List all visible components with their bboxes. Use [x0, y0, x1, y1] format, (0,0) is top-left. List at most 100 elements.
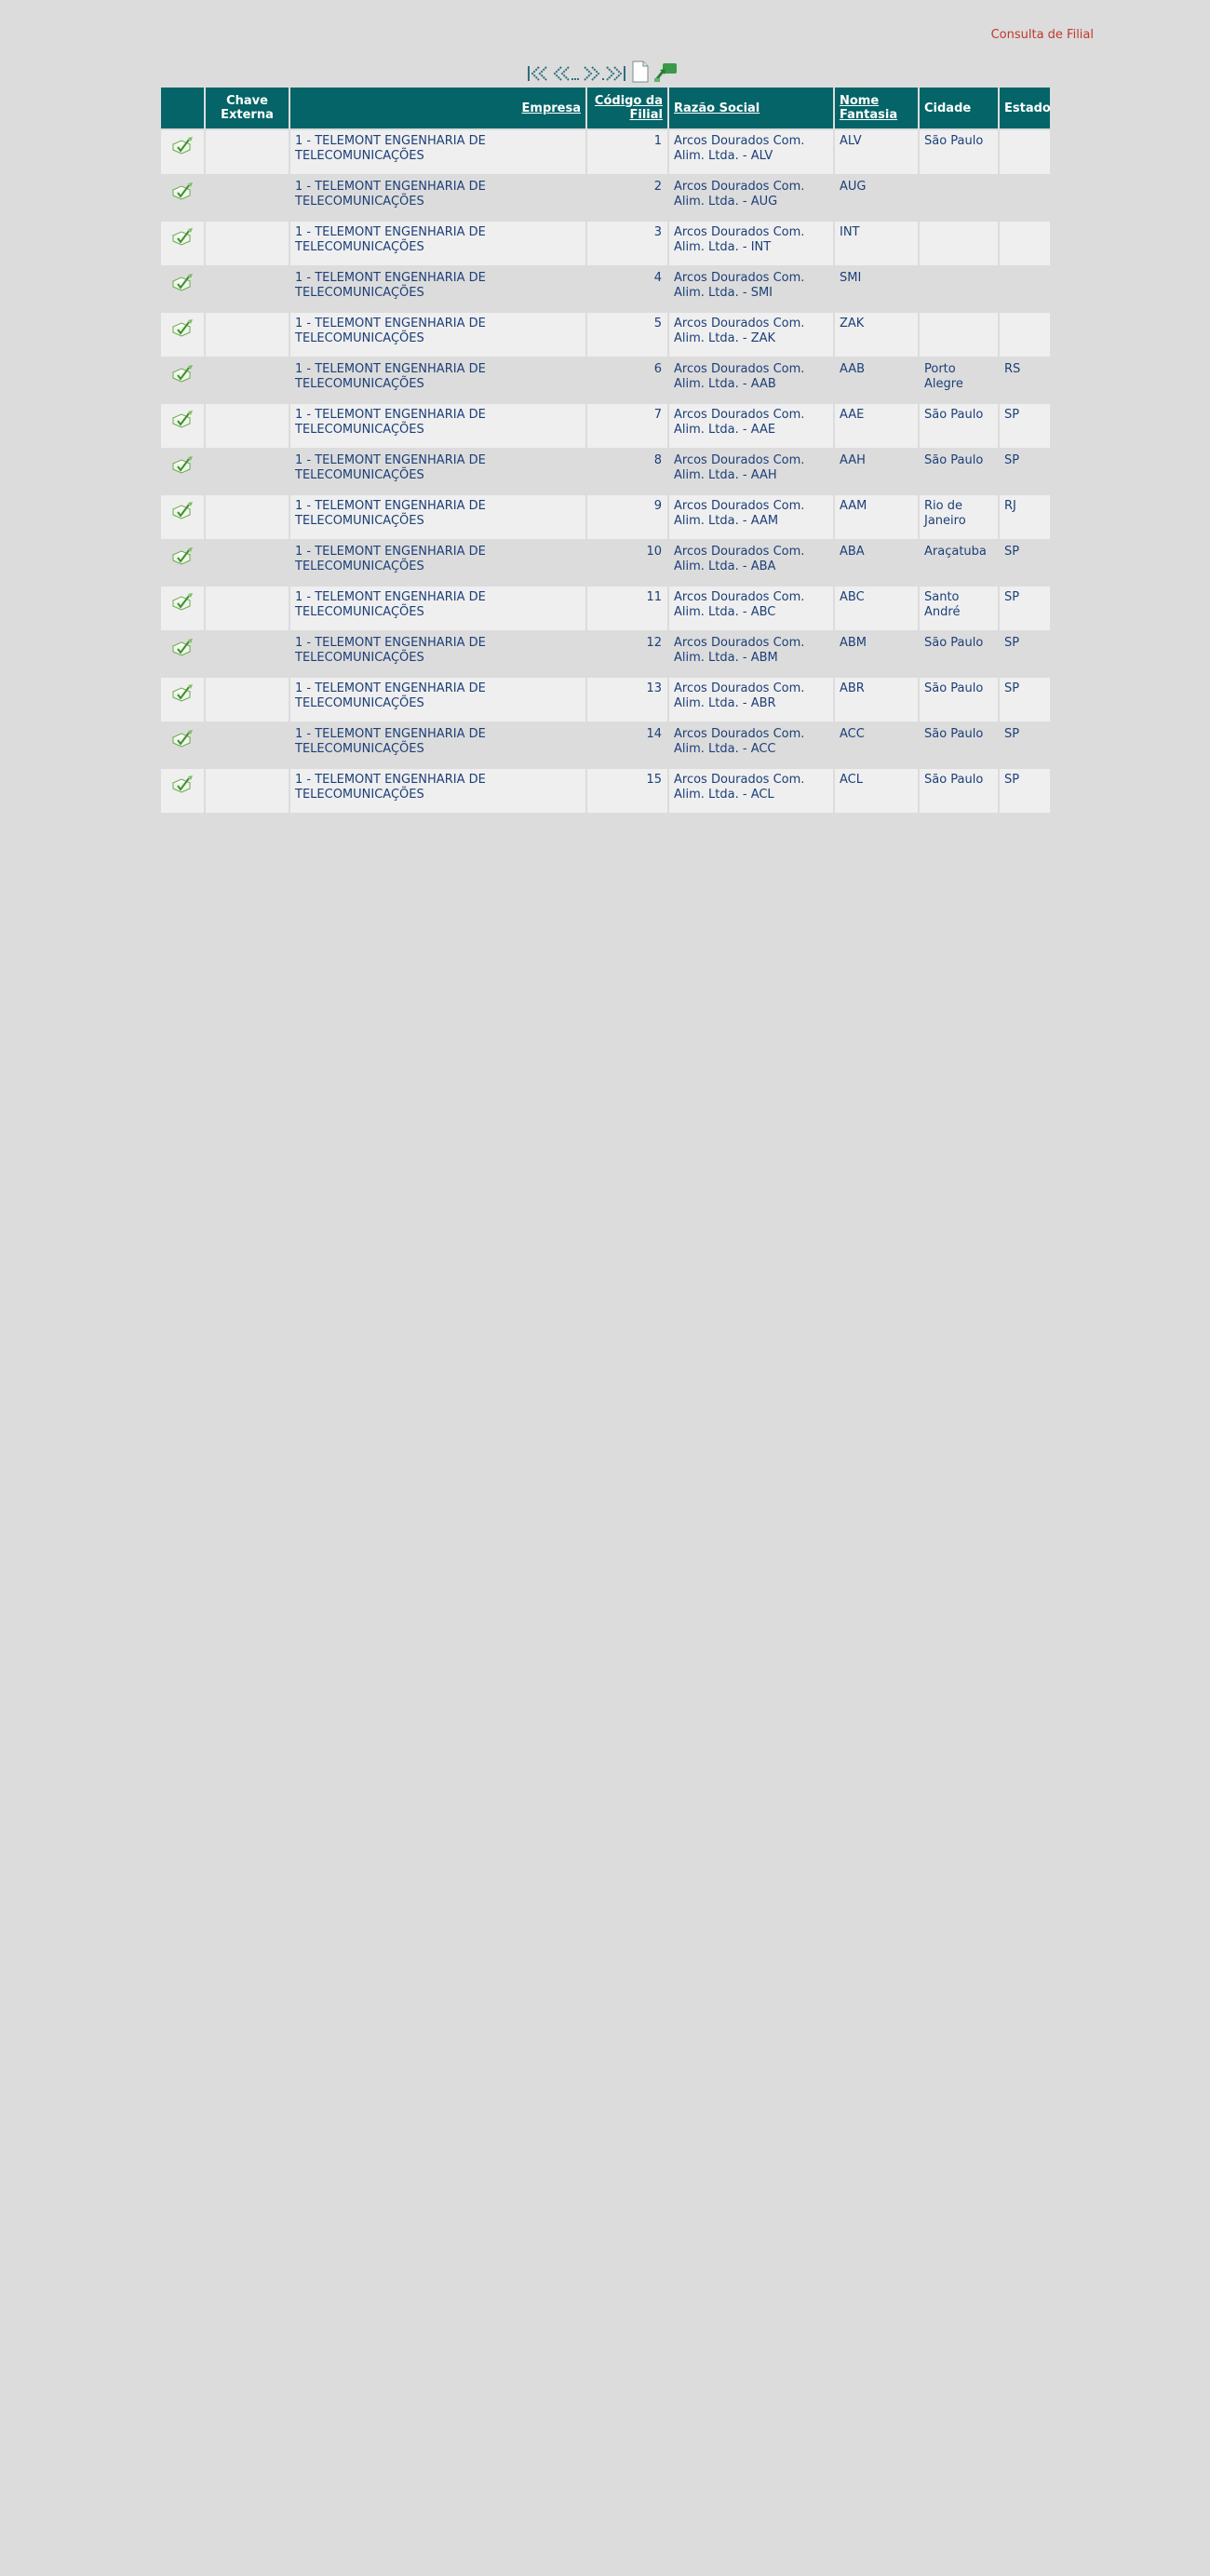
previous-page-icon[interactable] [552, 64, 576, 83]
edit-icon[interactable] [170, 227, 195, 254]
table-row: 1 - TELEMONT ENGENHARIA DE TELECOMUNICAÇ… [161, 541, 1050, 585]
cell-estado: SP [1000, 769, 1050, 813]
cell-codigo: 15 [587, 769, 667, 813]
cell-codigo: 4 [587, 267, 667, 311]
cell-codigo: 11 [587, 587, 667, 630]
export-icon[interactable] [653, 61, 678, 87]
cell-empresa: 1 - TELEMONT ENGENHARIA DE TELECOMUNICAÇ… [290, 222, 585, 265]
edit-icon[interactable] [170, 683, 195, 710]
edit-icon[interactable] [170, 318, 195, 345]
column-header-razao-social[interactable]: Razão Social [669, 88, 833, 128]
cell-estado [1000, 222, 1050, 265]
cell-chave-externa [206, 450, 289, 493]
new-document-icon[interactable] [631, 61, 650, 87]
table-row: 1 - TELEMONT ENGENHARIA DE TELECOMUNICAÇ… [161, 222, 1050, 265]
cell-razao-social: Arcos Dourados Com. Alim. Ltda. - ZAK [669, 313, 833, 357]
cell-cidade [920, 267, 998, 311]
edit-icon[interactable] [170, 455, 195, 482]
cell-codigo: 7 [587, 404, 667, 448]
cell-codigo: 5 [587, 313, 667, 357]
cell-chave-externa [206, 587, 289, 630]
table-row: 1 - TELEMONT ENGENHARIA DE TELECOMUNICAÇ… [161, 404, 1050, 448]
cell-codigo: 10 [587, 541, 667, 585]
cell-estado [1000, 313, 1050, 357]
edit-cell [161, 450, 204, 493]
table-row: 1 - TELEMONT ENGENHARIA DE TELECOMUNICAÇ… [161, 176, 1050, 220]
cell-cidade: Santo André [920, 587, 998, 630]
edit-icon[interactable] [170, 364, 195, 391]
column-header-nome-fantasia[interactable]: Nome Fantasia [835, 88, 918, 128]
cell-empresa: 1 - TELEMONT ENGENHARIA DE TELECOMUNICAÇ… [290, 313, 585, 357]
page-title: Consulta de Filial [990, 28, 1094, 42]
edit-icon[interactable] [170, 546, 195, 573]
column-header-empresa[interactable]: Empresa [290, 88, 585, 128]
cell-nome-fantasia: ABA [835, 541, 918, 585]
table-row: 1 - TELEMONT ENGENHARIA DE TELECOMUNICAÇ… [161, 495, 1050, 539]
cell-cidade: Porto Alegre [920, 358, 998, 402]
cell-estado: SP [1000, 723, 1050, 767]
edit-icon[interactable] [170, 182, 195, 209]
cell-estado [1000, 130, 1050, 174]
cell-razao-social: Arcos Dourados Com. Alim. Ltda. - ABA [669, 541, 833, 585]
edit-icon[interactable] [170, 410, 195, 437]
edit-icon[interactable] [170, 729, 195, 756]
cell-empresa: 1 - TELEMONT ENGENHARIA DE TELECOMUNICAÇ… [290, 450, 585, 493]
cell-nome-fantasia: AAH [835, 450, 918, 493]
table-row: 1 - TELEMONT ENGENHARIA DE TELECOMUNICAÇ… [161, 587, 1050, 630]
cell-estado [1000, 267, 1050, 311]
sort-link-nome-fantasia[interactable]: Nome Fantasia [840, 94, 897, 122]
cell-chave-externa [206, 678, 289, 722]
table-row: 1 - TELEMONT ENGENHARIA DE TELECOMUNICAÇ… [161, 267, 1050, 311]
cell-nome-fantasia: ABC [835, 587, 918, 630]
cell-estado: SP [1000, 632, 1050, 676]
table-row: 1 - TELEMONT ENGENHARIA DE TELECOMUNICAÇ… [161, 769, 1050, 813]
cell-empresa: 1 - TELEMONT ENGENHARIA DE TELECOMUNICAÇ… [290, 358, 585, 402]
cell-chave-externa [206, 541, 289, 585]
sort-link-codigo[interactable]: Código da Filial [595, 94, 663, 122]
edit-cell [161, 222, 204, 265]
sort-link-razao-social[interactable]: Razão Social [674, 101, 760, 115]
table-row: 1 - TELEMONT ENGENHARIA DE TELECOMUNICAÇ… [161, 723, 1050, 767]
edit-icon[interactable] [170, 638, 195, 665]
cell-chave-externa [206, 358, 289, 402]
cell-empresa: 1 - TELEMONT ENGENHARIA DE TELECOMUNICAÇ… [290, 769, 585, 813]
first-page-icon[interactable] [527, 64, 551, 83]
cell-cidade: Rio de Janeiro [920, 495, 998, 539]
cell-nome-fantasia: INT [835, 222, 918, 265]
cell-estado: SP [1000, 450, 1050, 493]
cell-razao-social: Arcos Dourados Com. Alim. Ltda. - AAE [669, 404, 833, 448]
cell-estado: SP [1000, 678, 1050, 722]
edit-icon[interactable] [170, 136, 195, 163]
column-header-edit [161, 88, 204, 128]
sort-link-empresa[interactable]: Empresa [522, 101, 581, 115]
cell-nome-fantasia: ACL [835, 769, 918, 813]
cell-estado [1000, 176, 1050, 220]
edit-cell [161, 358, 204, 402]
cell-estado: RS [1000, 358, 1050, 402]
cell-estado: RJ [1000, 495, 1050, 539]
cell-razao-social: Arcos Dourados Com. Alim. Ltda. - SMI [669, 267, 833, 311]
cell-nome-fantasia: AAE [835, 404, 918, 448]
cell-razao-social: Arcos Dourados Com. Alim. Ltda. - AUG [669, 176, 833, 220]
cell-estado: SP [1000, 541, 1050, 585]
cell-empresa: 1 - TELEMONT ENGENHARIA DE TELECOMUNICAÇ… [290, 176, 585, 220]
column-header-chave-externa: Chave Externa [206, 88, 289, 128]
cell-chave-externa [206, 723, 289, 767]
cell-nome-fantasia: SMI [835, 267, 918, 311]
column-header-codigo[interactable]: Código da Filial [587, 88, 667, 128]
edit-cell [161, 495, 204, 539]
cell-razao-social: Arcos Dourados Com. Alim. Ltda. - AAB [669, 358, 833, 402]
edit-cell [161, 678, 204, 722]
cell-chave-externa [206, 495, 289, 539]
next-page-icon[interactable] [577, 64, 601, 83]
cell-razao-social: Arcos Dourados Com. Alim. Ltda. - ALV [669, 130, 833, 174]
table-row: 1 - TELEMONT ENGENHARIA DE TELECOMUNICAÇ… [161, 450, 1050, 493]
last-page-icon[interactable] [602, 64, 626, 83]
cell-razao-social: Arcos Dourados Com. Alim. Ltda. - AAH [669, 450, 833, 493]
cell-nome-fantasia: ACC [835, 723, 918, 767]
edit-icon[interactable] [170, 501, 195, 528]
cell-razao-social: Arcos Dourados Com. Alim. Ltda. - INT [669, 222, 833, 265]
edit-icon[interactable] [170, 592, 195, 619]
edit-icon[interactable] [170, 775, 195, 802]
edit-icon[interactable] [170, 273, 195, 300]
